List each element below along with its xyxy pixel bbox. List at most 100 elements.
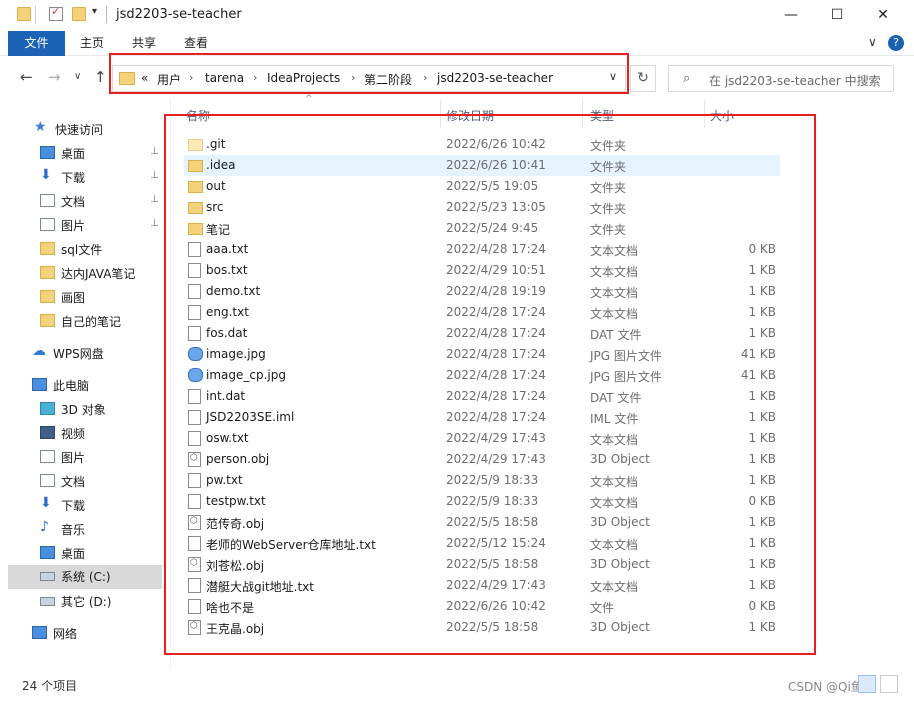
sidebar-item-documents-pc[interactable]: 文档	[40, 470, 164, 494]
file-row[interactable]: 笔记 2022/5/24 9:45 文件夹	[184, 218, 780, 239]
tab-view[interactable]: 查看	[176, 31, 216, 56]
tab-home[interactable]: 主页	[72, 31, 112, 56]
column-name[interactable]: 名称	[186, 107, 210, 124]
tab-file[interactable]: 文件	[8, 31, 65, 56]
file-row[interactable]: 范传奇.obj 2022/5/5 18:58 3D Object 1 KB	[184, 512, 780, 533]
file-name: int.dat	[206, 389, 246, 403]
sidebar-item-downloads-pc[interactable]: ⬇ 下载	[40, 494, 164, 518]
file-icon	[188, 389, 201, 404]
file-row[interactable]: 啥也不是 2022/6/26 10:42 文件 0 KB	[184, 596, 780, 617]
file-row[interactable]: pw.txt 2022/5/9 18:33 文本文档 1 KB	[184, 470, 780, 491]
refresh-button[interactable]: ↻	[630, 65, 656, 92]
new-folder-icon[interactable]	[72, 7, 86, 21]
properties-icon[interactable]	[49, 5, 63, 21]
chevron-down-icon[interactable]: ∨	[609, 70, 617, 83]
breadcrumb-overflow[interactable]: «	[141, 71, 148, 85]
file-row[interactable]: 潜艇大战git地址.txt 2022/4/29 17:43 文本文档 1 KB	[184, 575, 780, 596]
file-row[interactable]: image.jpg 2022/4/28 17:24 JPG 图片文件 41 KB	[184, 344, 780, 365]
file-row[interactable]: osw.txt 2022/4/29 17:43 文本文档 1 KB	[184, 428, 780, 449]
maximize-button[interactable]: ☐	[814, 0, 860, 30]
sidebar-item-quick-access[interactable]: ★ 快速访问	[34, 118, 164, 142]
sidebar-item-desktop-pc[interactable]: 桌面	[40, 542, 164, 566]
minimize-button[interactable]: —	[768, 0, 814, 30]
tab-share[interactable]: 共享	[124, 31, 164, 56]
sidebar-item-pictures-pc[interactable]: 图片	[40, 446, 164, 470]
column-type[interactable]: 类型	[590, 107, 614, 124]
sidebar-item-sql[interactable]: sql文件	[40, 238, 164, 262]
file-icon	[188, 578, 201, 593]
column-divider[interactable]	[704, 100, 705, 128]
image-file-icon	[188, 368, 203, 382]
file-row[interactable]: bos.txt 2022/4/29 10:51 文本文档 1 KB	[184, 260, 780, 281]
sidebar-item-java-notes[interactable]: 达内JAVA笔记	[40, 262, 164, 286]
file-row[interactable]: src 2022/5/23 13:05 文件夹	[184, 197, 780, 218]
recent-locations-button[interactable]: ∨	[74, 71, 81, 82]
file-row[interactable]: 刘苍松.obj 2022/5/5 18:58 3D Object 1 KB	[184, 554, 780, 575]
sidebar-item-desktop[interactable]: 桌面 ⊥	[40, 142, 164, 166]
sidebar-item-downloads[interactable]: ⬇ 下载 ⊥	[40, 166, 164, 190]
file-row[interactable]: person.obj 2022/4/29 17:43 3D Object 1 KB	[184, 449, 780, 470]
sidebar-item-own-notes[interactable]: 自己的笔记	[40, 310, 164, 334]
chevron-right-icon[interactable]: ›	[253, 71, 257, 84]
file-row[interactable]: out 2022/5/5 19:05 文件夹	[184, 176, 780, 197]
file-name: fos.dat	[206, 326, 248, 340]
sidebar-item-3d[interactable]: 3D 对象	[40, 398, 164, 422]
up-button[interactable]: ↑	[94, 68, 107, 86]
breadcrumb-current[interactable]: jsd2203-se-teacher	[437, 71, 553, 85]
sidebar-item-label: 下载	[61, 171, 86, 185]
sidebar-item-videos[interactable]: 视频	[40, 422, 164, 446]
file-row[interactable]: .git 2022/6/26 10:42 文件夹	[184, 134, 780, 155]
customize-quick-access-icon[interactable]: ▾	[92, 6, 97, 17]
search-input[interactable]: ⌕ 在 jsd2203-se-teacher 中搜索	[668, 65, 894, 92]
sidebar-item-network[interactable]: 网络	[32, 622, 164, 646]
file-type: IML 文件	[590, 412, 639, 426]
sidebar-item-wps[interactable]: ☁ WPS网盘	[32, 342, 164, 366]
file-row[interactable]: aaa.txt 2022/4/28 17:24 文本文档 0 KB	[184, 239, 780, 260]
column-divider[interactable]	[582, 100, 583, 128]
file-size: 1 KB	[748, 410, 776, 424]
sidebar-item-drive-c[interactable]: 系统 (C:)	[8, 565, 162, 589]
sidebar-item-pictures[interactable]: 图片 ⊥	[40, 214, 164, 238]
file-row[interactable]: image_cp.jpg 2022/4/28 17:24 JPG 图片文件 41 KB	[184, 365, 780, 386]
breadcrumb-item[interactable]: 第二阶段	[364, 71, 412, 88]
large-icons-view-icon[interactable]	[880, 675, 898, 693]
file-row[interactable]: eng.txt 2022/4/28 17:24 文本文档 1 KB	[184, 302, 780, 323]
column-date[interactable]: 修改日期	[446, 107, 494, 124]
expand-ribbon-icon[interactable]: ∨	[868, 35, 877, 49]
file-row[interactable]: .idea 2022/6/26 10:41 文件夹	[184, 155, 780, 176]
breadcrumb-item[interactable]: tarena	[205, 71, 244, 85]
sidebar-item-drive-d[interactable]: 其它 (D:)	[40, 590, 164, 614]
sidebar-item-paint[interactable]: 画图	[40, 286, 164, 310]
help-icon[interactable]: ?	[888, 35, 904, 51]
file-date: 2022/5/12 15:24	[446, 536, 546, 550]
back-button[interactable]: ←	[20, 68, 33, 86]
pane-divider[interactable]	[170, 100, 171, 670]
chevron-right-icon[interactable]: ›	[189, 71, 193, 84]
file-row[interactable]: 王克晶.obj 2022/5/5 18:58 3D Object 1 KB	[184, 617, 780, 638]
chevron-right-icon[interactable]: ›	[351, 71, 355, 84]
file-row[interactable]: JSD2203SE.iml 2022/4/28 17:24 IML 文件 1 KB	[184, 407, 780, 428]
file-row[interactable]: fos.dat 2022/4/28 17:24 DAT 文件 1 KB	[184, 323, 780, 344]
sidebar-item-this-pc[interactable]: 此电脑	[32, 374, 164, 398]
close-button[interactable]: ✕	[860, 0, 906, 30]
file-row[interactable]: 老师的WebServer仓库地址.txt 2022/5/12 15:24 文本文档 1…	[184, 533, 780, 554]
file-date: 2022/4/28 17:24	[446, 368, 546, 382]
sidebar-item-label: 快速访问	[55, 123, 104, 137]
breadcrumb-item[interactable]: IdeaProjects	[267, 71, 340, 85]
file-date: 2022/5/5 18:58	[446, 620, 539, 634]
forward-button[interactable]: →	[48, 68, 61, 86]
column-divider[interactable]	[440, 100, 441, 128]
sidebar-item-documents[interactable]: 文档 ⊥	[40, 190, 164, 214]
address-bar[interactable]: « 用户 › tarena › IdeaProjects › 第二阶段 › js…	[112, 65, 626, 92]
column-size[interactable]: 大小	[710, 107, 734, 124]
file-row[interactable]: demo.txt 2022/4/28 19:19 文本文档 1 KB	[184, 281, 780, 302]
file-type: 文本文档	[590, 433, 639, 447]
chevron-right-icon[interactable]: ›	[423, 71, 427, 84]
sidebar-item-label: 音乐	[61, 523, 86, 537]
3d-object-icon	[188, 620, 201, 635]
file-row[interactable]: int.dat 2022/4/28 17:24 DAT 文件 1 KB	[184, 386, 780, 407]
file-row[interactable]: testpw.txt 2022/5/9 18:33 文本文档 0 KB	[184, 491, 780, 512]
sidebar-item-music[interactable]: ♪ 音乐	[40, 518, 164, 542]
details-view-icon[interactable]	[858, 675, 876, 693]
breadcrumb-item[interactable]: 用户	[157, 71, 181, 88]
